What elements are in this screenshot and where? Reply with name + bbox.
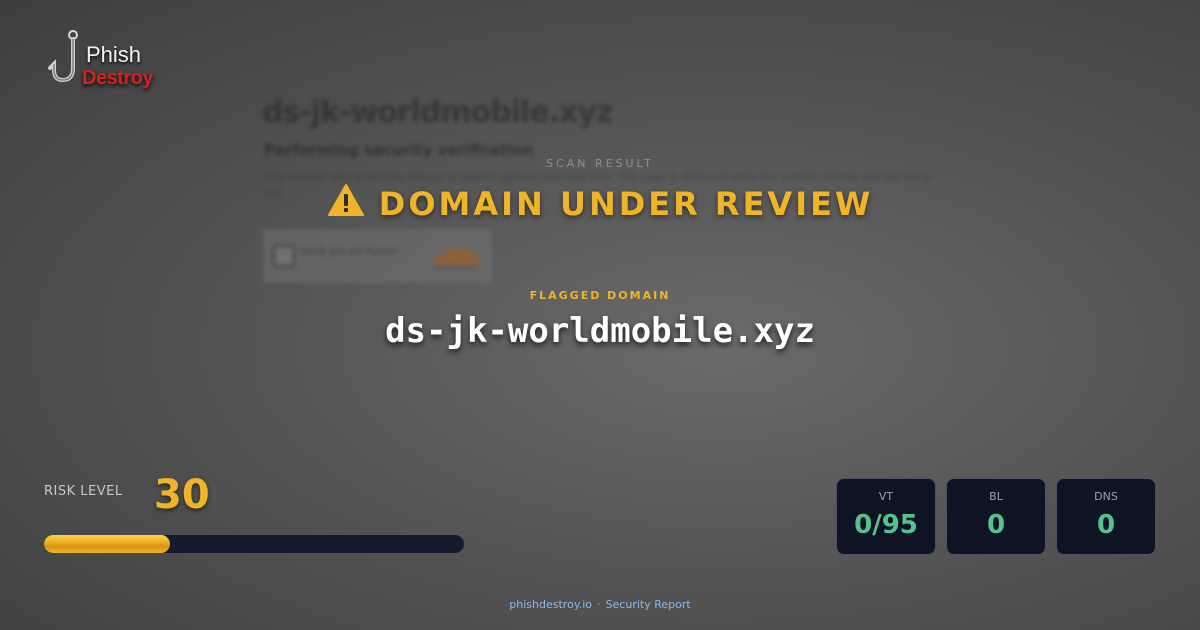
scan-result-label: SCAN RESULT	[546, 157, 654, 170]
stat-value: 0	[1096, 510, 1116, 540]
flagged-domain-label: FLAGGED DOMAIN	[529, 289, 671, 302]
stat-value: 0/95	[854, 510, 918, 540]
flagged-domain-name: ds-jk-worldmobile.xyz	[385, 311, 815, 351]
footer-report-label: Security Report	[605, 598, 691, 611]
stat-label: DNS	[1094, 490, 1118, 503]
stat-value: 0	[986, 510, 1006, 540]
stat-card-bl: BL 0	[946, 478, 1046, 555]
risk-level-bar-fill	[44, 535, 170, 553]
risk-level-bar	[44, 535, 464, 553]
stat-card-vt: VT 0/95	[836, 478, 936, 555]
preview-verification-widget: Verify you are human	[264, 230, 491, 282]
risk-level-label: RISK LEVEL	[44, 484, 123, 499]
footer-separator: ·	[597, 598, 601, 611]
logo-text-destroy: Destroy	[82, 67, 153, 89]
scan-status-heading: DOMAIN UNDER REVIEW	[0, 183, 1200, 223]
scan-status-text: DOMAIN UNDER REVIEW	[378, 185, 874, 223]
footer: phishdestroy.io · Security Report	[0, 598, 1200, 611]
warning-icon	[327, 184, 364, 216]
footer-site-link[interactable]: phishdestroy.io	[509, 598, 592, 611]
logo-text-phish: Phish	[86, 42, 142, 67]
stat-card-dns: DNS 0	[1056, 478, 1156, 555]
phishdestroy-logo: Phish Destroy	[46, 28, 176, 98]
preview-checkbox	[273, 245, 295, 267]
stat-label: VT	[878, 490, 894, 503]
cloud-icon	[434, 247, 482, 269]
stat-label: BL	[989, 490, 1003, 503]
risk-level-value: 30	[154, 472, 210, 518]
preview-checkbox-label: Verify you are human	[301, 247, 398, 257]
preview-title: ds-jk-worldmobile.xyz	[262, 95, 613, 130]
